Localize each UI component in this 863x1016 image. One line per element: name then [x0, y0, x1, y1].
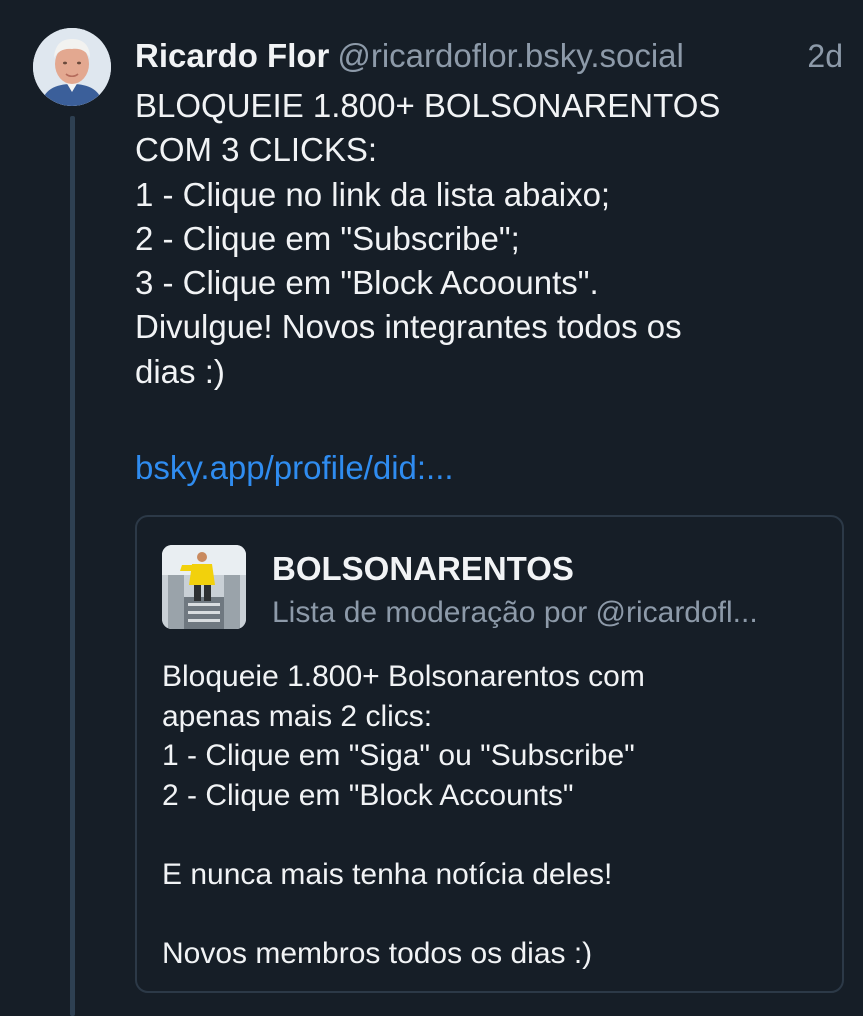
text-line: E nunca mais tenha notícia deles! — [162, 857, 613, 891]
list-title: BOLSONARENTOS — [272, 550, 574, 587]
text-line: 1 - Clique em "Siga" ou "Subscribe" — [162, 739, 635, 773]
text-line: COM 3 CLICKS: — [135, 131, 378, 169]
text-line — [162, 895, 832, 935]
text-line: apenas mais 2 clics: — [162, 699, 433, 733]
text-line: BLOQUEIE 1.800+ BOLSONARENTOS — [135, 87, 721, 124]
text-line: Novos membros todos os dias :) — [162, 937, 593, 971]
list-avatar — [162, 545, 246, 629]
list-subtitle: Lista de moderação por @ricardofl... — [272, 596, 758, 629]
text-line: dias :) — [135, 352, 225, 390]
text-line: Divulgue! Novos integrantes todos os — [135, 308, 682, 346]
post-link[interactable]: bsky.app/profile/did:... — [135, 446, 454, 490]
text-line: 2 - Clique em "Block Accounts" — [162, 778, 574, 812]
embedded-list-card[interactable]: BOLSONARENTOS Lista de moderação por @ri… — [135, 515, 844, 993]
text-line: Bloqueie 1.800+ Bolsonarentos com — [162, 660, 645, 693]
author-name[interactable]: Ricardo Flor — [135, 37, 329, 74]
author-handle[interactable]: @ricardoflor.bsky.social — [337, 37, 684, 74]
list-description: Bloqueie 1.800+ Bolsonarentos com apenas … — [162, 657, 832, 974]
list-photo — [162, 545, 246, 629]
author-photo — [33, 28, 111, 106]
text-line — [162, 815, 832, 855]
post-body: BLOQUEIE 1.800+ BOLSONARENTOS COM 3 CLICK… — [135, 84, 835, 394]
post-header: Ricardo Flor @ricardoflor.bsky.social 2d — [135, 34, 843, 78]
text-line: 1 - Clique no link da lista abaixo; — [135, 175, 611, 213]
author-avatar[interactable] — [33, 28, 111, 106]
thread-line — [70, 116, 75, 1016]
text-line: 3 - Clique em "Block Acoounts". — [135, 264, 599, 302]
post-timestamp[interactable]: 2d — [807, 34, 843, 78]
text-line: 2 - Clique em "Subscribe"; — [135, 219, 520, 257]
